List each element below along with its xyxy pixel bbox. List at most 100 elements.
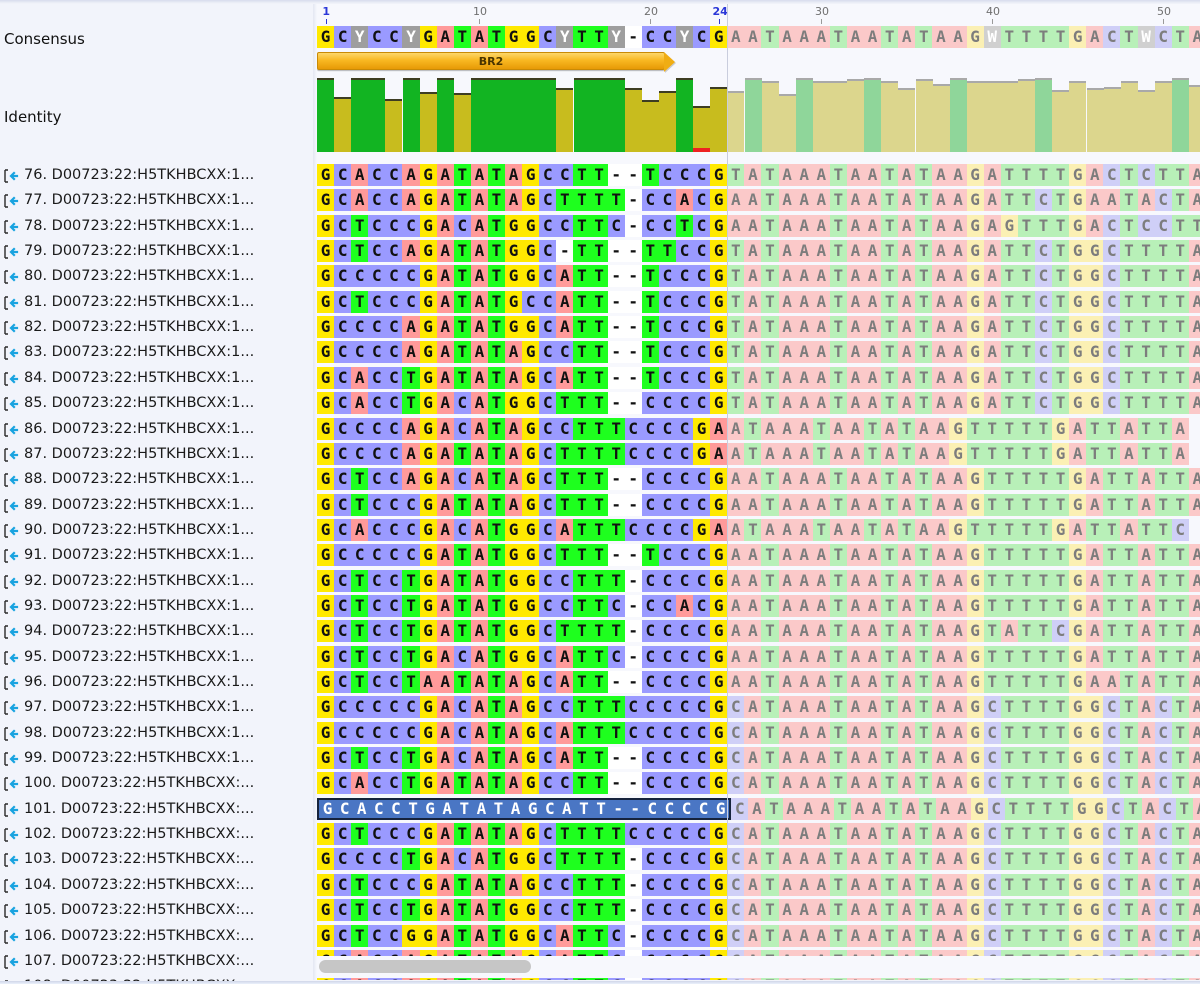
residue-cell[interactable]: A [812,645,830,668]
residue-cell[interactable]: C [368,442,386,465]
residue-cell[interactable]: A [556,721,574,744]
residues-in-focus[interactable]: GCCCCCGACATAGCCTTTCCCCCG [317,696,728,719]
residue-cell[interactable]: T [881,493,899,516]
residue-cell[interactable]: A [710,442,728,465]
residue-cell[interactable]: A [1188,290,1200,313]
residue-cell[interactable]: T [351,747,369,770]
residue-cell[interactable]: C [368,721,386,744]
residue-cell[interactable]: A [795,747,813,770]
residue-cell[interactable]: A [556,671,574,693]
residue-cell[interactable]: T [1034,594,1053,617]
residue-cell[interactable]: A [505,747,523,770]
residue-cell[interactable]: T [351,240,369,263]
residue-cell[interactable]: A [744,240,762,263]
residue-cell[interactable]: A [932,848,950,871]
residue-cell[interactable]: C [539,899,557,922]
residue-cell[interactable]: T [1103,594,1121,617]
residue-cell[interactable]: A [351,518,369,541]
residue-cell[interactable]: C [539,823,557,846]
residue-cell[interactable]: A [932,747,950,770]
residue-cell[interactable]: T [487,544,506,567]
residue-cell[interactable]: T [1137,240,1155,263]
residue-cell[interactable]: T [1171,26,1189,48]
residue-cell[interactable]: C [368,26,386,48]
residue-cell[interactable]: T [590,772,608,795]
position-ruler[interactable]: 1 10 20 24 30 40 50 [317,4,1200,26]
residue-cell[interactable]: A [778,772,796,795]
reverse-strand-icon[interactable] [4,852,19,868]
sequence-name-row[interactable]: 94. D00723:22:H5TKHBCXX:1... [0,620,313,642]
residue-cell[interactable]: T [487,924,506,947]
residues-out-of-focus[interactable]: TATAAATAATATAAGATTCTGGCTTTTA [727,240,1200,263]
residue-cell[interactable]: A [436,366,454,389]
residues-out-of-focus[interactable]: TATAAATAATATAAGATTCTGGCTTTTA [727,366,1200,389]
sequence-name-row[interactable]: 99. D00723:22:H5TKHBCXX:1... [0,747,313,769]
residue-cell[interactable]: C [1034,265,1053,288]
residue-cell[interactable]: A [436,848,454,871]
residue-cell[interactable]: T [915,341,933,364]
residue-cell[interactable]: A [1137,493,1155,516]
alignment-row[interactable]: GCTCCCGACATGGCCTTC-CCTCGAATAAATAATATAAGA… [317,214,1200,237]
residues-out-of-focus[interactable]: AATAAATAATATAAGTTTTTGATTATTA [727,645,1200,668]
sequence-name-row[interactable]: 98. D00723:22:H5TKHBCXX:1... [0,722,313,744]
residue-cell[interactable]: A [761,518,779,541]
residue-cell[interactable]: T [1154,240,1172,263]
residue-cell[interactable]: T [881,26,899,48]
residue-cell[interactable]: G [522,645,540,668]
residue-cell[interactable]: G [522,468,540,491]
residue-cell[interactable]: C [539,189,557,212]
residue-cell[interactable]: A [812,620,830,643]
residue-cell[interactable]: C [453,468,471,491]
residue-cell[interactable]: A [556,265,574,288]
residue-cell[interactable]: T [829,290,847,313]
reverse-strand-icon[interactable] [4,447,19,462]
residue-cell[interactable]: A [795,873,813,896]
residue-cell[interactable]: G [710,848,728,871]
sequence-name-row[interactable]: 84. D00723:22:H5TKHBCXX:1... [0,367,313,389]
residue-cell[interactable]: A [351,392,369,415]
residue-cell[interactable]: T [1052,366,1070,389]
residue-cell[interactable]: T [812,442,830,465]
residue-cell[interactable]: T [590,164,608,186]
residue-cell[interactable]: T [573,164,591,186]
residue-cell[interactable]: A [846,240,864,263]
residue-cell[interactable]: T [1120,214,1138,237]
residue-cell[interactable]: A [470,290,488,313]
residue-cell[interactable]: A [795,164,813,186]
residue-cell[interactable]: C [334,417,352,440]
residue-cell[interactable]: T [915,189,933,212]
residue-cell[interactable]: A [846,341,864,364]
residue-cell[interactable]: T [453,873,471,896]
residue-cell[interactable]: T [1000,189,1018,212]
residue-cell[interactable]: C [402,265,420,288]
residue-cell[interactable]: A [1120,442,1138,465]
residues-out-of-focus[interactable]: AATAAATAATATAAGAGTTTGACTCCTT [727,214,1200,237]
residue-cell[interactable]: T [1137,442,1155,465]
residue-cell[interactable]: T [1154,341,1172,364]
residue-cell[interactable]: G [710,26,728,48]
residue-cell[interactable]: A [505,772,523,795]
residue-cell[interactable]: C [644,799,661,818]
residue-cell[interactable]: A [932,620,950,643]
residue-cell[interactable]: T [487,290,506,313]
residue-cell[interactable]: T [590,189,608,212]
residue-cell[interactable]: G [422,799,439,818]
residues-out-of-focus[interactable]: CATAAATAATATAAGCTTTTGGCTACTA [727,823,1200,846]
residues-out-of-focus[interactable]: CATAAATAATATAAGCTTTTGGCTACTA [727,721,1200,744]
residue-cell[interactable]: T [881,265,899,288]
residue-cell[interactable]: T [1017,873,1035,896]
residue-cell[interactable]: C [658,341,676,364]
residue-cell[interactable]: A [932,214,950,237]
residues-in-focus[interactable]: GCACCTGATATAGCCTT--CCCCG [317,772,728,795]
residues-out-of-focus[interactable]: TATAAATAATATAAGATTCTGGCTTTTA [727,392,1200,415]
residue-cell[interactable]: C [675,442,694,465]
residue-cell[interactable]: A [864,366,882,389]
residue-cell[interactable]: A [949,189,967,212]
residue-cell[interactable]: A [1188,873,1200,896]
reverse-strand-icon[interactable] [4,675,19,690]
residue-cell[interactable]: C [385,823,403,846]
residue-cell[interactable]: A [351,772,369,795]
residue-cell[interactable]: G [1069,290,1087,313]
residue-cell[interactable]: T [1120,240,1138,263]
sequence-name-row[interactable]: 106. D00723:22:H5TKHBCXX:... [0,925,313,947]
